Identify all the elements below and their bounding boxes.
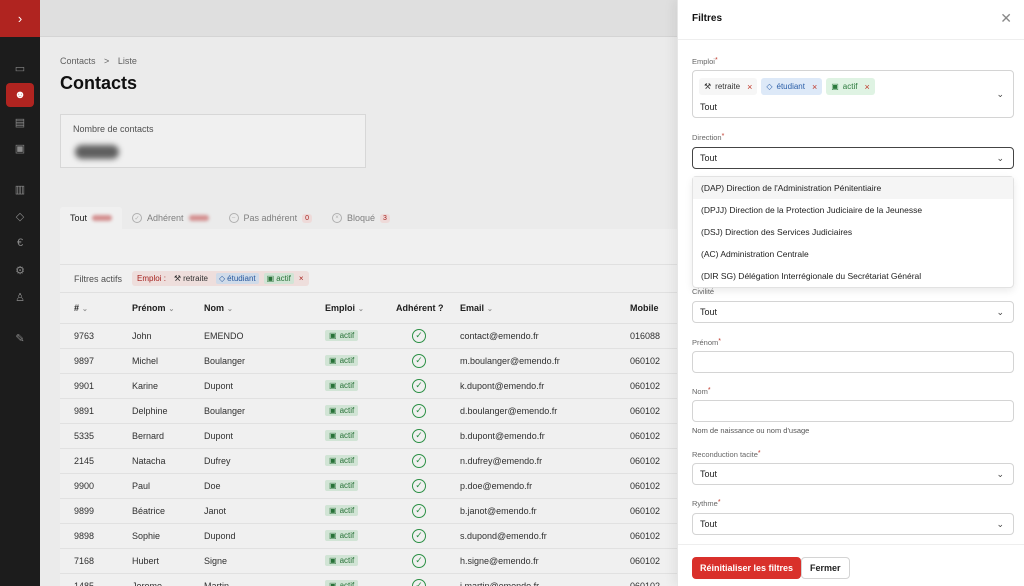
reset-filters-button[interactable]: Réinitialiser les filtres bbox=[692, 557, 802, 579]
direction-option[interactable]: (DIR SG) Délégation Interrégionale du Se… bbox=[693, 265, 1013, 287]
direction-option[interactable]: (AC) Administration Centrale bbox=[693, 243, 1013, 265]
settings-icon[interactable]: ⚙ bbox=[6, 258, 34, 282]
reconduction-label: Reconduction tacite* bbox=[692, 450, 761, 459]
label-text: Rythme bbox=[692, 499, 718, 508]
chevron-down-icon: ⌄ bbox=[996, 469, 1004, 479]
chevron-down-icon: ⌄ bbox=[996, 89, 1004, 99]
rythme-select[interactable]: Tout ⌄ bbox=[692, 513, 1014, 535]
nom-hint: Nom de naissance ou nom d'usage bbox=[692, 426, 810, 435]
direction-label: Direction* bbox=[692, 133, 725, 142]
civilite-label: Civilité bbox=[692, 287, 714, 296]
label-text: Nom bbox=[692, 387, 708, 396]
direction-option[interactable]: (DSJ) Direction des Services Judiciaires bbox=[693, 221, 1013, 243]
prenom-label: Prénom* bbox=[692, 338, 721, 347]
remove-chip-icon[interactable]: × bbox=[864, 82, 869, 92]
label-text: Emploi bbox=[692, 57, 715, 66]
chevron-right-icon: › bbox=[17, 11, 23, 26]
side-nav: › ▭ ☻ ▤ ▣ ▥ ◇ € ⚙ ♙ ✎ bbox=[0, 0, 40, 586]
close-button[interactable]: Fermer bbox=[801, 557, 850, 579]
drawer-header: Filtres ✕ bbox=[678, 0, 1024, 40]
edit-icon[interactable]: ✎ bbox=[6, 326, 34, 350]
select-value: Tout bbox=[700, 469, 718, 479]
card-icon[interactable]: ▣ bbox=[6, 136, 34, 160]
label-text: Direction bbox=[692, 133, 722, 142]
chevron-down-icon: ⌄ bbox=[996, 307, 1004, 317]
select-value: Tout bbox=[700, 307, 718, 317]
modal-backdrop[interactable] bbox=[40, 0, 717, 586]
reconduction-select[interactable]: Tout ⌄ bbox=[692, 463, 1014, 485]
documents-icon[interactable]: ▤ bbox=[6, 110, 34, 134]
euro-icon[interactable]: € bbox=[6, 231, 34, 255]
direction-select[interactable]: Tout ⌄ bbox=[692, 147, 1014, 169]
select-value: Tout bbox=[700, 153, 718, 163]
chip-label: actif bbox=[842, 82, 858, 91]
user-icon[interactable]: ♙ bbox=[6, 285, 34, 309]
rythme-label: Rythme* bbox=[692, 499, 721, 508]
chevron-down-icon: ⌄ bbox=[996, 519, 1004, 529]
filters-drawer: Filtres ✕ Emploi* ⚒ retraite × ◇ étudiant × … bbox=[677, 0, 1024, 586]
graduation-icon: ◇ bbox=[766, 82, 773, 91]
contacts-icon[interactable]: ☻ bbox=[6, 83, 34, 107]
chip-etudiant: ◇ étudiant × bbox=[761, 78, 823, 95]
nav-toggle-button[interactable]: › bbox=[0, 0, 40, 37]
retraite-icon: ⚒ bbox=[704, 82, 712, 91]
chip-label: étudiant bbox=[776, 82, 805, 91]
emploi-value: Tout bbox=[700, 102, 718, 112]
direction-option[interactable]: (DPJJ) Direction de la Protection Judici… bbox=[693, 199, 1013, 221]
graduation-icon[interactable]: ◇ bbox=[6, 204, 34, 228]
chevron-down-icon: ⌄ bbox=[996, 153, 1004, 163]
label-text: Prénom bbox=[692, 338, 719, 347]
civilite-select[interactable]: Tout ⌄ bbox=[692, 301, 1014, 323]
chip-actif: ▣ actif × bbox=[826, 78, 875, 95]
briefcase-icon: ▣ bbox=[831, 82, 839, 91]
remove-chip-icon[interactable]: × bbox=[747, 82, 752, 92]
emploi-label: Emploi* bbox=[692, 57, 718, 66]
close-icon[interactable]: ✕ bbox=[1000, 10, 1012, 27]
chip-retraite: ⚒ retraite × bbox=[699, 78, 758, 95]
label-text: Civilité bbox=[692, 287, 715, 296]
label-text: Reconduction tacite bbox=[692, 450, 758, 459]
direction-option[interactable]: (DAP) Direction de l'Administration Péni… bbox=[693, 177, 1013, 199]
chip-label: retraite bbox=[715, 82, 741, 91]
direction-dropdown: (DAP) Direction de l'Administration Péni… bbox=[692, 176, 1014, 288]
drawer-title: Filtres bbox=[692, 13, 723, 24]
nom-input[interactable] bbox=[692, 400, 1014, 422]
building-icon[interactable]: ▥ bbox=[6, 177, 34, 201]
remove-chip-icon[interactable]: × bbox=[812, 82, 817, 92]
dashboard-icon[interactable]: ▭ bbox=[6, 56, 34, 80]
nom-label: Nom* bbox=[692, 387, 711, 396]
select-value: Tout bbox=[700, 519, 718, 529]
emploi-multiselect[interactable]: ⚒ retraite × ◇ étudiant × ▣ actif × Tout ⌄ bbox=[692, 70, 1014, 118]
drawer-footer: Réinitialiser les filtres Fermer bbox=[678, 544, 1024, 586]
prenom-input[interactable] bbox=[692, 351, 1014, 373]
